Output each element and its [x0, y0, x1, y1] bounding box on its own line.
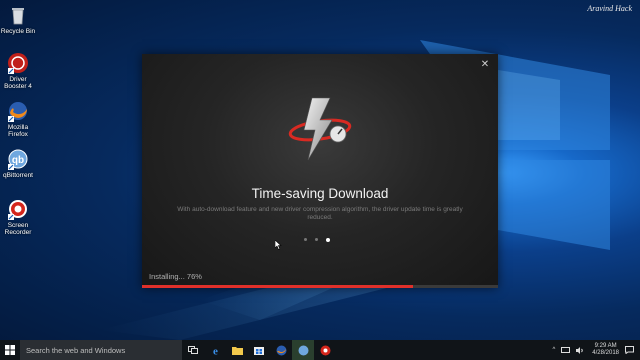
screen-recorder-icon [7, 198, 29, 220]
clock-time: 9:29 AM [594, 343, 617, 349]
clock-date: 4/28/2018 [592, 350, 619, 356]
slide-dot[interactable] [315, 238, 318, 241]
svg-text:e: e [213, 345, 218, 356]
start-button[interactable] [0, 340, 20, 360]
slide-dot-active[interactable] [326, 237, 330, 242]
desktop-icon-label: Recycle Bin [0, 28, 36, 35]
dialog-title: Time-saving Download [251, 186, 389, 201]
volume-icon[interactable] [576, 346, 585, 354]
dialog-description: With auto-download feature and new drive… [177, 206, 463, 221]
desktop-icon-driver-booster[interactable]: Driver Booster 4 [0, 52, 36, 90]
firefox-icon[interactable] [270, 340, 292, 360]
notifications-icon[interactable] [625, 346, 634, 354]
slide-indicator [304, 237, 330, 242]
taskbar-clock[interactable]: 9:29 AM 4/28/2018 [592, 343, 619, 357]
search-placeholder: Search the web and Windows [26, 345, 126, 355]
install-progress-fill [142, 285, 413, 288]
network-icon[interactable] [561, 346, 571, 354]
install-status: Installing... 76% [149, 272, 202, 281]
desktop-icon-label: Driver Booster 4 [4, 76, 32, 90]
desktop-icon-firefox[interactable]: Mozilla Firefox [0, 100, 36, 138]
windows-logo-icon [5, 345, 15, 355]
system-tray: ^ 9:29 AM 4/28/2018 [549, 340, 640, 360]
chevron-up-icon[interactable]: ^ [552, 347, 555, 353]
desktop-icon-qbittorrent[interactable]: qb qBittorrent [0, 148, 36, 179]
file-explorer-icon[interactable] [226, 340, 248, 360]
taskbar-search-box[interactable]: Search the web and Windows [20, 340, 182, 360]
mouse-cursor-icon [275, 240, 282, 250]
store-icon[interactable] [248, 340, 270, 360]
recycle-bin-icon [7, 4, 29, 26]
task-view-icon[interactable] [182, 340, 204, 360]
close-icon[interactable]: ✕ [478, 58, 492, 72]
screen-recorder-icon[interactable] [314, 340, 336, 360]
desktop-icon-label: Mozilla Firefox [7, 124, 29, 138]
desktop-icon-label: qBittorrent [3, 172, 33, 179]
qbittorrent-icon[interactable] [292, 340, 314, 360]
firefox-icon [7, 100, 29, 122]
desktop-icon-recycle-bin[interactable]: Recycle Bin [0, 4, 36, 35]
lightning-gauge-icon [288, 97, 352, 161]
desktop-icon-screen-recorder[interactable]: Screen Recorder [0, 198, 36, 236]
taskbar: Search the web and Windows e ^ 9:29 AM 4… [0, 340, 640, 360]
watermark: Aravind Hack [587, 4, 632, 13]
slide-dot[interactable] [304, 238, 307, 241]
installer-dialog: ✕ Time-saving Download With auto-downloa… [142, 54, 498, 288]
driver-booster-icon [7, 52, 29, 74]
install-progress-bar [142, 285, 498, 288]
qbittorrent-icon: qb [7, 148, 29, 170]
edge-icon[interactable]: e [204, 340, 226, 360]
desktop-icon-label: Screen Recorder [4, 222, 32, 236]
